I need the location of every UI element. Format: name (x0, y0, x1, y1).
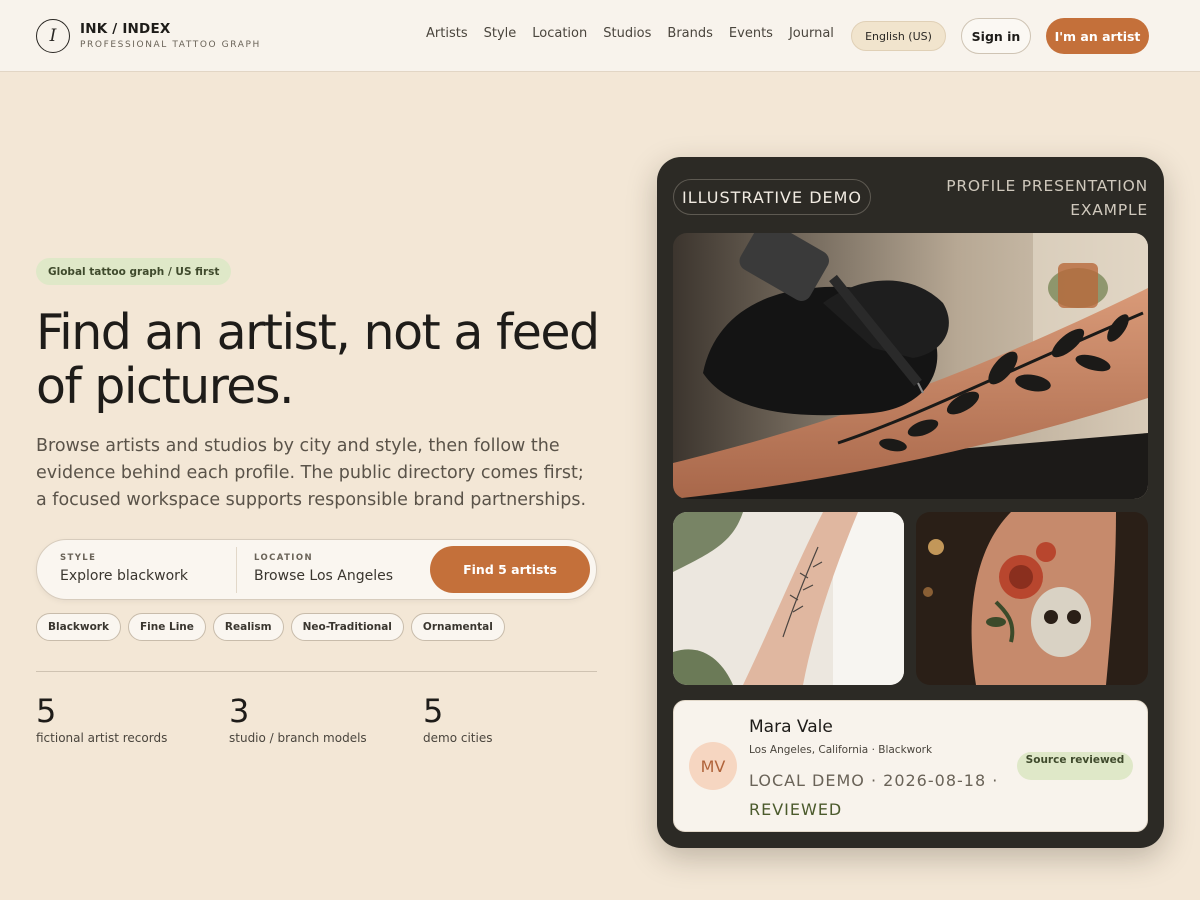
chip-neo-traditional[interactable]: Neo-Traditional (290, 613, 404, 641)
illustrative-demo-badge: ILLUSTRATIVE DEMO (673, 179, 872, 215)
stat-studios: 3 studio / branch models (229, 692, 367, 745)
nav-studios[interactable]: Studios (603, 26, 651, 41)
fine-line-tattoo-image[interactable] (673, 512, 904, 685)
profile-presentation-caption: PROFILE PRESENTATION EXAMPLE (946, 177, 1148, 219)
stat-label: demo cities (423, 731, 493, 745)
main-nav: Artists Style Location Studios Brands Ev… (426, 26, 850, 41)
stat-label: studio / branch models (229, 731, 367, 745)
source-reviewed-badge: Source reviewed (1017, 752, 1133, 780)
meta-text: LOCAL DEMO · 2026-08-18 · (749, 771, 999, 790)
brand-title[interactable]: INK / INDEX (80, 21, 170, 37)
top-header: I INK / INDEX PROFESSIONAL TATTOO GRAPH … (0, 0, 1200, 72)
chip-fine-line[interactable]: Fine Line (127, 613, 206, 641)
tattoo-process-image[interactable] (673, 233, 1148, 499)
brand-subtitle: PROFESSIONAL TATTOO GRAPH (80, 40, 261, 50)
status-reviewed: REVIEWED (749, 800, 843, 819)
artist-profile-card[interactable]: MV Mara Vale Los Angeles, California · B… (673, 700, 1148, 832)
nav-artists[interactable]: Artists (426, 26, 468, 41)
hero-description: Browse artists and studios by city and s… (36, 436, 587, 510)
chip-blackwork[interactable]: Blackwork (36, 613, 121, 641)
floral-skull-tattoo-image[interactable] (916, 512, 1148, 685)
nav-location[interactable]: Location (532, 26, 587, 41)
stat-label: fictional artist records (36, 731, 168, 745)
location-field-label: LOCATION (254, 553, 313, 563)
search-bar: STYLE Explore blackwork LOCATION Browse … (36, 539, 597, 600)
artist-signup-button[interactable]: I'm an artist (1046, 18, 1149, 54)
stat-value: 5 (423, 692, 444, 730)
artist-location: Los Angeles, California · Blackwork (749, 744, 933, 756)
style-field-value[interactable]: Explore blackwork (60, 568, 188, 584)
nav-journal[interactable]: Journal (789, 26, 834, 41)
artist-name[interactable]: Mara Vale (749, 717, 833, 737)
location-field[interactable]: LOCATION Browse Los Angeles (237, 540, 427, 599)
style-field-label: STYLE (60, 553, 97, 563)
stat-value: 5 (36, 692, 57, 730)
hero-tag-badge: Global tattoo graph / US first (36, 258, 232, 285)
chip-ornamental[interactable]: Ornamental (410, 613, 505, 641)
style-chips: Blackwork Fine Line Realism Neo-Traditio… (36, 613, 512, 641)
hero-title: Find an artist, not a feed of pictures. (36, 304, 600, 415)
language-select[interactable]: English (US) (851, 21, 946, 51)
profile-demo-card: ILLUSTRATIVE DEMO PROFILE PRESENTATION E… (657, 157, 1164, 848)
avatar: MV (689, 742, 737, 790)
nav-brands[interactable]: Brands (667, 26, 713, 41)
nav-style[interactable]: Style (484, 26, 517, 41)
chip-realism[interactable]: Realism (212, 613, 284, 641)
find-artists-button[interactable]: Find 5 artists (430, 546, 590, 593)
location-field-value[interactable]: Browse Los Angeles (254, 568, 393, 584)
sign-in-button[interactable]: Sign in (961, 18, 1031, 54)
stat-cities: 5 demo cities (423, 692, 492, 745)
artist-meta: LOCAL DEMO · 2026-08-18 · REVIEWED (749, 766, 1009, 824)
stats-divider (36, 671, 597, 672)
nav-events[interactable]: Events (729, 26, 773, 41)
brand-logo-icon[interactable]: I (36, 19, 70, 53)
stat-artists: 5 fictional artist records (36, 692, 167, 745)
style-field[interactable]: STYLE Explore blackwork (37, 540, 236, 599)
stat-value: 3 (229, 692, 250, 730)
